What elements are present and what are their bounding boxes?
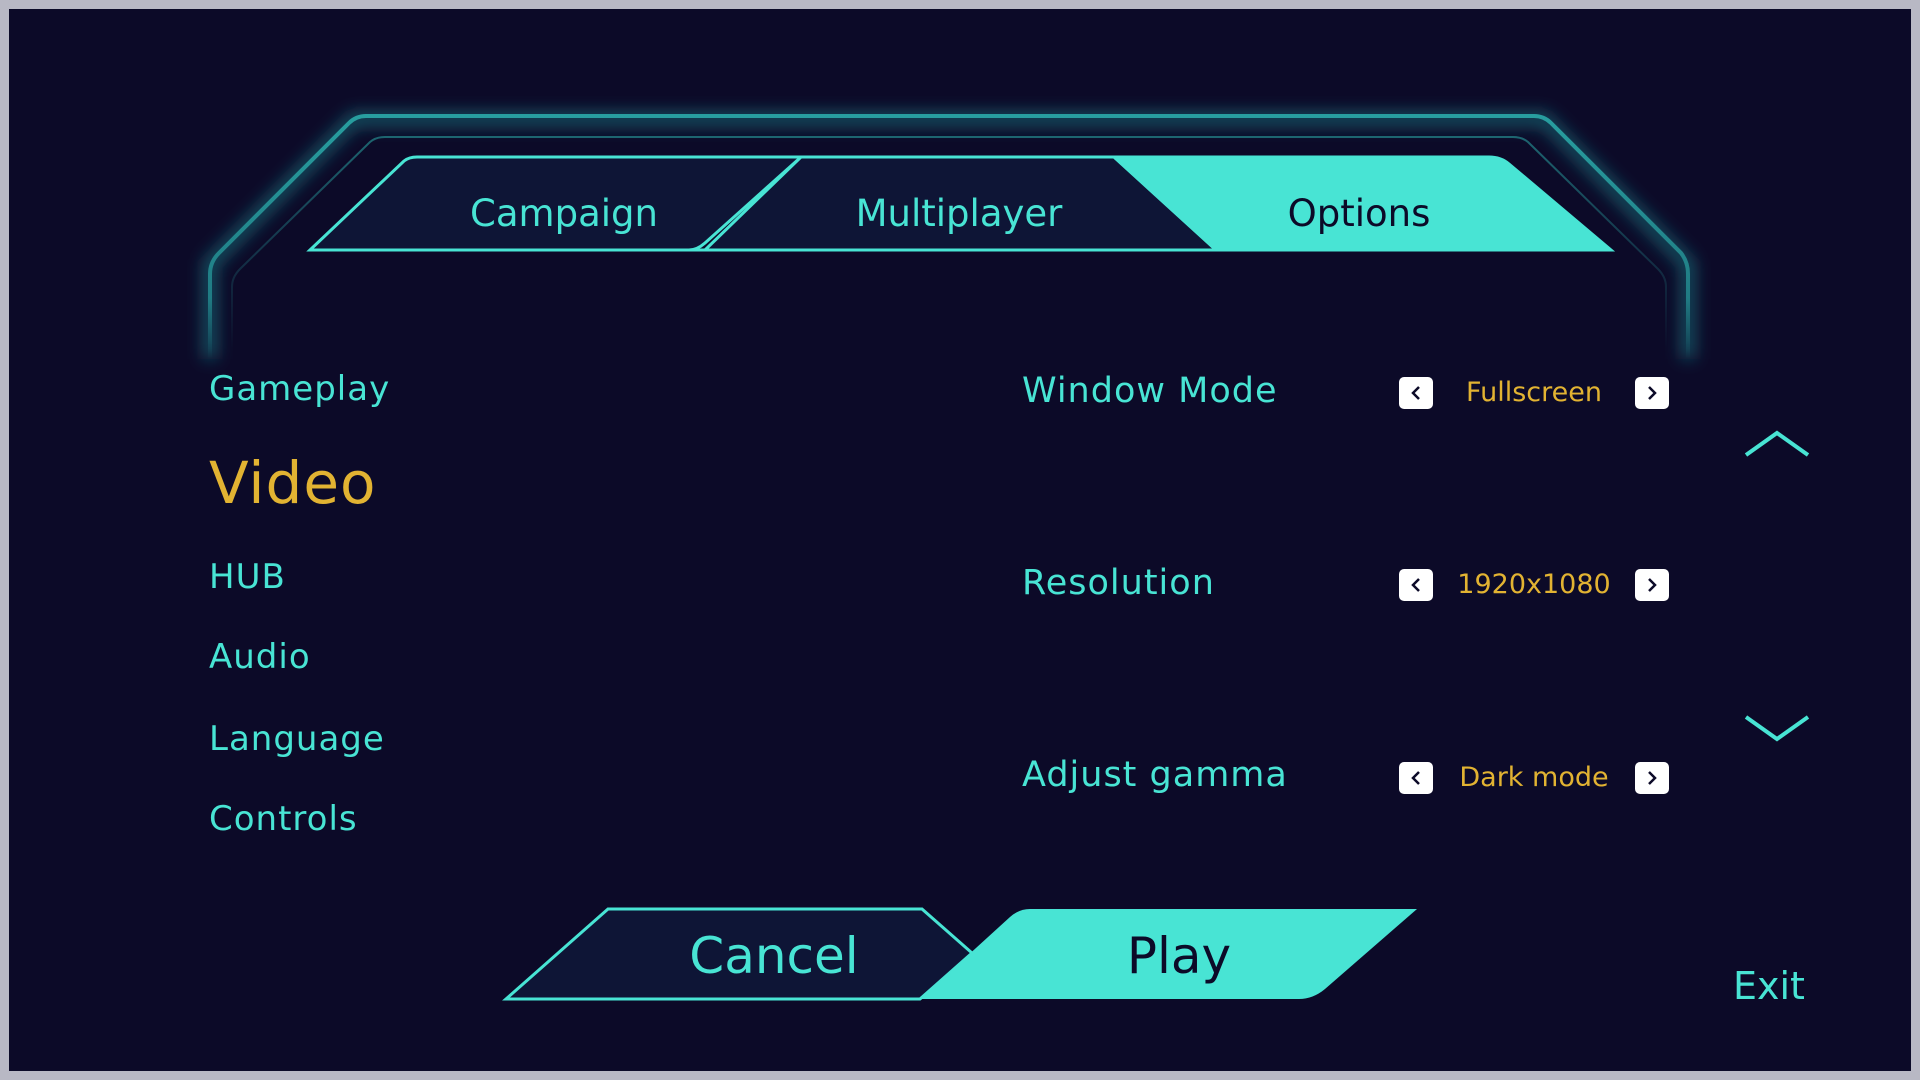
menu-frame — [203, 112, 1695, 1001]
chevron-left-icon — [1411, 386, 1420, 400]
window-mode-value: Fullscreen — [1466, 377, 1602, 408]
sidebar-item-controls[interactable]: Controls — [209, 799, 358, 839]
cancel-button[interactable]: Cancel — [609, 911, 939, 1001]
gamma-next-button[interactable] — [1635, 762, 1669, 794]
play-button[interactable]: Play — [1019, 911, 1339, 1001]
gamma-value: Dark mode — [1459, 762, 1609, 793]
gamma-selector: Dark mode — [1399, 757, 1669, 797]
resolution-value: 1920x1080 — [1457, 569, 1611, 600]
sidebar-item-video[interactable]: Video — [209, 449, 377, 517]
setting-label-window-mode: Window Mode — [1022, 371, 1278, 411]
tab-campaign[interactable]: Campaign — [414, 179, 714, 249]
gamma-prev-button[interactable] — [1399, 762, 1433, 794]
window-mode-selector: Fullscreen — [1399, 372, 1669, 412]
chevron-left-icon — [1411, 578, 1420, 592]
setting-label-resolution: Resolution — [1022, 563, 1215, 603]
resolution-prev-button[interactable] — [1399, 569, 1433, 601]
scroll-up-button[interactable] — [1744, 422, 1810, 462]
sidebar-item-language[interactable]: Language — [209, 719, 385, 759]
chevron-down-icon — [1744, 715, 1810, 742]
resolution-next-button[interactable] — [1635, 569, 1669, 601]
exit-button[interactable]: Exit — [1733, 964, 1805, 1008]
sidebar-item-gameplay[interactable]: Gameplay — [209, 369, 390, 409]
sidebar-item-hub[interactable]: HUB — [209, 557, 286, 597]
game-options-screen: Campaign Multiplayer Options Gameplay Vi… — [9, 9, 1911, 1071]
resolution-selector: 1920x1080 — [1399, 564, 1669, 604]
chevron-right-icon — [1648, 771, 1657, 785]
scroll-down-button[interactable] — [1744, 709, 1810, 749]
setting-label-adjust-gamma: Adjust gamma — [1022, 755, 1288, 795]
chevron-right-icon — [1648, 386, 1657, 400]
chevron-right-icon — [1648, 578, 1657, 592]
window-mode-next-button[interactable] — [1635, 377, 1669, 409]
window-mode-prev-button[interactable] — [1399, 377, 1433, 409]
chevron-left-icon — [1411, 771, 1420, 785]
sidebar-item-audio[interactable]: Audio — [209, 637, 311, 677]
tab-options[interactable]: Options — [1209, 179, 1509, 249]
chevron-up-icon — [1744, 430, 1810, 457]
tab-multiplayer[interactable]: Multiplayer — [809, 179, 1109, 249]
